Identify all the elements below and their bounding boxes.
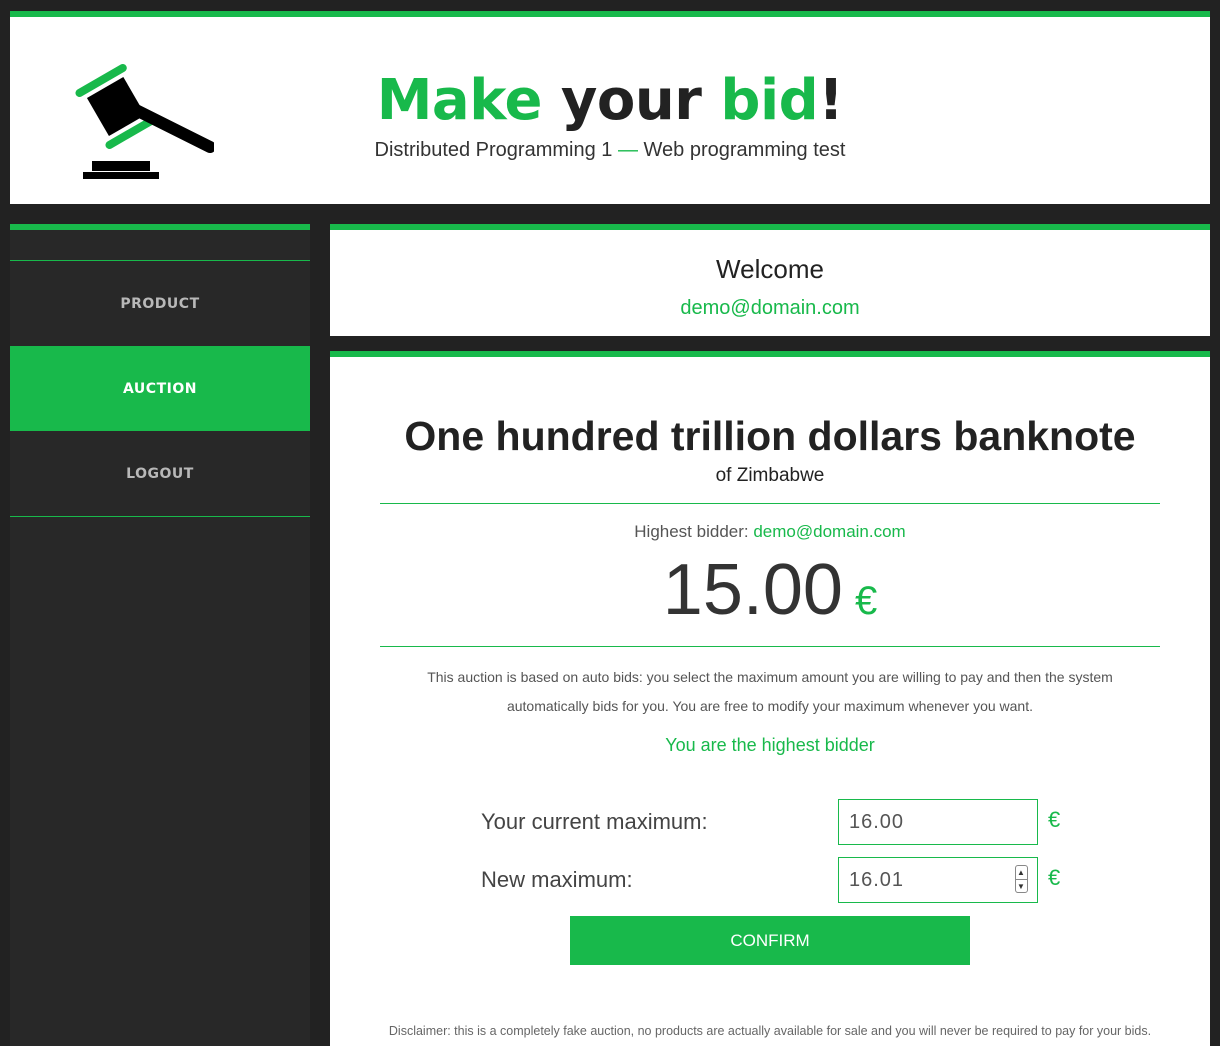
site-subtitle: Distributed Programming 1 — Web programm… [10,139,1210,162]
divider [380,646,1160,647]
current-max-label: Your current maximum: [481,809,708,834]
price-value: 15.00 [662,550,843,630]
new-max-value: 16.01 [849,869,905,891]
price-currency: € [854,579,878,623]
bid-status: You are the highest bidder [665,735,875,755]
highest-bidder: Highest bidder: demo@domain.com [330,522,1210,542]
sidebar-item-product[interactable]: PRODUCT [10,261,310,346]
site-header: Make your bid! Distributed Programming 1… [10,11,1210,204]
welcome-panel: Welcome demo@domain.com [330,224,1210,336]
number-spinner[interactable]: ▲ ▼ [1015,865,1028,893]
sidebar: PRODUCT AUCTION LOGOUT [10,224,310,1046]
site-subtitle-test: Web programming test [643,139,846,161]
highest-bidder-email: demo@domain.com [753,522,906,541]
current-max-row: Your current maximum: 16.00 € [330,799,1210,845]
site-title-your: your [560,68,702,133]
spinner-down-icon[interactable]: ▼ [1016,880,1027,893]
site-title-bid: bid [720,68,819,133]
sidebar-item-auction[interactable]: AUCTION [10,346,310,431]
auction-panel: One hundred trillion dollars banknote of… [330,351,1210,1046]
brand: Make your bid! Distributed Programming 1… [10,69,1210,162]
divider [380,503,1160,504]
new-max-row: New maximum: 16.01 ▲ ▼ € [330,857,1210,903]
new-max-input[interactable]: 16.01 ▲ ▼ [838,857,1038,903]
site-subtitle-separator: — [617,139,638,161]
product-title: One hundred trillion dollars banknote [404,413,1136,459]
auction-description: This auction is based on auto bids: you … [427,669,1113,714]
new-max-currency: € [1048,865,1061,890]
site-title: Make your bid! [10,69,1210,133]
highest-bidder-label: Highest bidder: [634,522,749,541]
confirm-button[interactable]: CONFIRM [570,916,970,965]
product-subtitle: of Zimbabwe [715,465,825,486]
sidebar-item-logout[interactable]: LOGOUT [10,431,310,516]
disclaimer: Disclaimer: this is a completely fake au… [388,1024,1152,1038]
new-max-label: New maximum: [481,867,633,892]
current-max-currency: € [1048,807,1061,832]
site-subtitle-course: Distributed Programming 1 [374,139,613,161]
welcome-title: Welcome [716,254,824,284]
site-title-make: Make [376,68,543,133]
current-max-field: 16.00 [838,799,1038,845]
site-title-exclaim: ! [818,68,844,133]
spinner-up-icon[interactable]: ▲ [1016,866,1027,880]
sidebar-divider [10,516,310,517]
current-price: 15.00 € [330,550,1210,630]
user-email: demo@domain.com [680,297,860,319]
sidebar-nav: PRODUCT AUCTION LOGOUT [10,260,310,517]
